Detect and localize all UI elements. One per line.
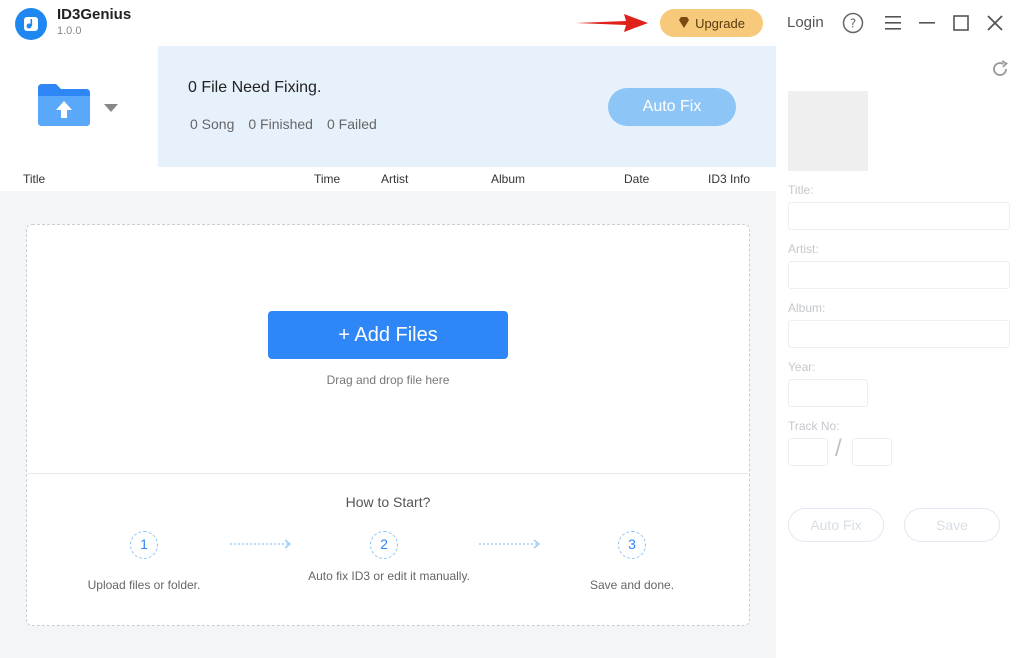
artist-label: Artist: — [788, 242, 819, 256]
status-title: 0 File Need Fixing. — [188, 79, 322, 96]
red-arrow-icon — [576, 14, 648, 32]
app-name: ID3Genius — [57, 6, 132, 23]
step-number-2: 2 — [370, 531, 398, 559]
track-label: Track No: — [788, 419, 840, 433]
close-icon[interactable] — [984, 12, 1006, 34]
drag-hint: Drag and drop file here — [326, 373, 450, 387]
refresh-icon[interactable] — [990, 59, 1010, 79]
svg-text:?: ? — [850, 17, 856, 31]
finished-count: 0 Finished — [248, 116, 313, 132]
help-icon[interactable]: ? — [842, 12, 864, 34]
column-album[interactable]: Album — [491, 172, 525, 186]
step-text-1: Upload files or folder. — [87, 578, 201, 592]
song-count: 0 Song — [190, 116, 235, 132]
save-button[interactable]: Save — [904, 508, 1000, 542]
auto-fix-button[interactable]: Auto Fix — [608, 88, 736, 126]
divider — [27, 473, 749, 474]
column-date[interactable]: Date — [624, 172, 649, 186]
status-counts: 0 Song 0 Finished 0 Failed — [190, 116, 377, 132]
left-panel: 0 File Need Fixing. 0 Song 0 Finished 0 … — [0, 46, 776, 658]
year-input[interactable] — [788, 379, 868, 407]
column-id3-info[interactable]: ID3 Info — [708, 172, 750, 186]
maximize-icon[interactable] — [950, 12, 972, 34]
upgrade-button[interactable]: Upgrade — [660, 9, 763, 37]
menu-icon[interactable] — [882, 12, 904, 34]
tag-editor-panel: Title: Artist: Album: Year: Track No: / … — [776, 46, 1022, 658]
upgrade-label: Upgrade — [695, 15, 745, 31]
dotted-arrow-icon — [479, 539, 540, 549]
diamond-icon — [678, 16, 690, 31]
title-label: Title: — [788, 183, 814, 197]
drop-zone[interactable]: + Add Files Drag and drop file here How … — [26, 224, 750, 626]
column-title[interactable]: Title — [23, 172, 45, 186]
status-area: 0 File Need Fixing. 0 Song 0 Finished 0 … — [158, 46, 776, 167]
add-files-button[interactable]: + Add Files — [268, 311, 508, 359]
editor-auto-fix-button[interactable]: Auto Fix — [788, 508, 884, 542]
step-text-2: Auto fix ID3 or edit it manually. — [308, 569, 470, 583]
step-number-3: 3 — [618, 531, 646, 559]
app-version: 1.0.0 — [57, 25, 82, 37]
track-separator: / — [835, 435, 842, 462]
folder-area — [0, 46, 158, 167]
artist-input[interactable] — [788, 261, 1010, 289]
minimize-icon[interactable] — [916, 12, 938, 34]
track-number-input[interactable] — [788, 438, 828, 466]
app-logo-icon — [15, 8, 47, 40]
table-header: Title Time Artist Album Date ID3 Info — [0, 167, 776, 191]
step-number-1: 1 — [130, 531, 158, 559]
step-text-3: Save and done. — [589, 578, 675, 592]
folder-upload-icon[interactable] — [36, 82, 92, 128]
album-input[interactable] — [788, 320, 1010, 348]
chevron-down-icon[interactable] — [104, 104, 118, 112]
track-total-input[interactable] — [852, 438, 892, 466]
cover-art[interactable] — [788, 91, 868, 171]
title-bar: ID3Genius 1.0.0 Upgrade Login ? — [0, 0, 1022, 46]
column-artist[interactable]: Artist — [381, 172, 408, 186]
failed-count: 0 Failed — [326, 116, 377, 132]
login-link[interactable]: Login — [787, 14, 824, 31]
title-input[interactable] — [788, 202, 1010, 230]
year-label: Year: — [788, 360, 816, 374]
dotted-arrow-icon — [230, 539, 291, 549]
column-time[interactable]: Time — [314, 172, 340, 186]
howto-title: How to Start? — [345, 494, 431, 510]
album-label: Album: — [788, 301, 826, 315]
